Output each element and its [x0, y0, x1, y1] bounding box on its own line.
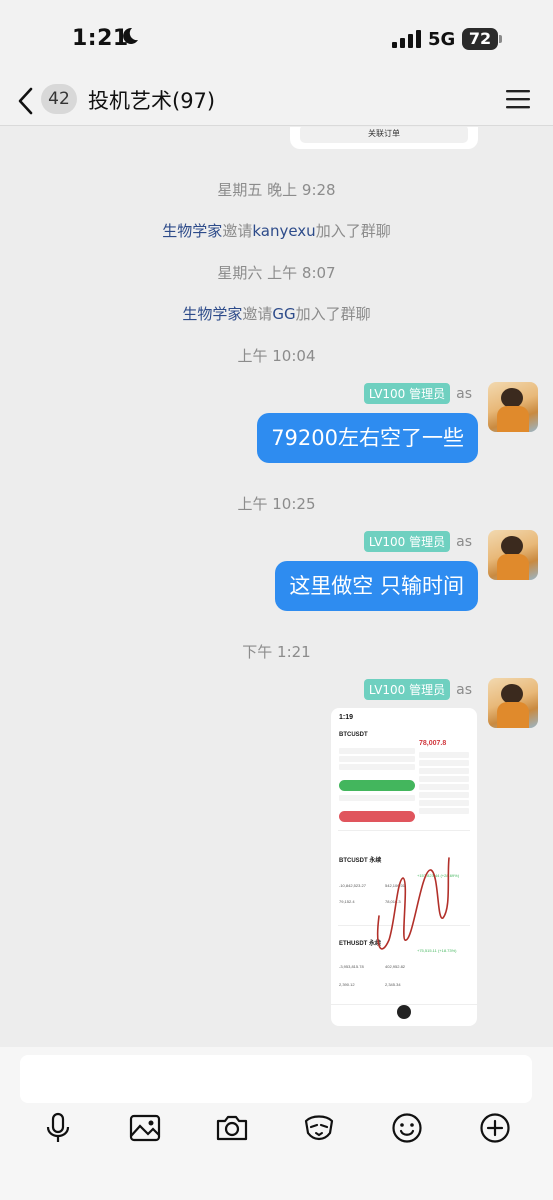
inviter-link[interactable]: 生物学家 — [182, 305, 242, 323]
do-not-disturb-icon — [123, 27, 138, 44]
previous-message-card[interactable]: 关联订单 — [290, 127, 478, 149]
image-icon[interactable] — [128, 1111, 162, 1145]
level-badge: LV100 管理员 — [363, 383, 451, 404]
camera-icon[interactable] — [215, 1111, 249, 1145]
avatar[interactable] — [488, 382, 538, 432]
level-badge: LV100 管理员 — [363, 531, 451, 552]
emoji-icon[interactable] — [390, 1111, 424, 1145]
image-message[interactable]: 1:19 BTCUSDT 78,007.8 BTCUSDT 永续 +157,82… — [331, 708, 477, 1026]
battery-level: 72 — [468, 29, 492, 48]
message-list[interactable]: 关联订单 星期五 晚上 9:28 生物学家邀请kanyexu加入了群聊 星期六 … — [0, 127, 553, 1047]
microphone-icon[interactable] — [41, 1111, 75, 1145]
battery-icon: 72 — [462, 28, 502, 50]
group-title: 投机艺术(97) — [88, 89, 216, 113]
menu-icon[interactable] — [506, 89, 530, 109]
timestamp: 星期五 晚上 9:28 — [217, 181, 336, 199]
unread-count-badge[interactable]: 42 — [41, 84, 77, 114]
red-packet-icon[interactable] — [302, 1111, 336, 1145]
level-badge: LV100 管理员 — [363, 679, 451, 700]
system-message: 生物学家邀请GG加入了群聊 — [182, 305, 371, 323]
timestamp: 下午 1:21 — [242, 643, 311, 661]
message-bubble[interactable]: 这里做空 只输时间 — [275, 561, 478, 611]
sender-info: LV100 管理员 as — [363, 679, 472, 700]
plus-icon[interactable] — [478, 1111, 512, 1145]
avatar[interactable] — [488, 530, 538, 580]
sender-name[interactable]: as — [456, 534, 472, 550]
network-type: 5G — [428, 29, 456, 50]
cellular-signal-icon — [392, 30, 421, 48]
composer — [0, 1047, 553, 1200]
avatar[interactable] — [488, 678, 538, 728]
handwritten-w-annotation — [376, 857, 450, 950]
timestamp: 上午 10:04 — [237, 347, 316, 365]
sender-info: LV100 管理员 as — [363, 531, 472, 552]
sender-info: LV100 管理员 as — [363, 383, 472, 404]
timestamp: 星期六 上午 8:07 — [217, 264, 336, 282]
sender-name[interactable]: as — [456, 682, 472, 698]
system-message: 生物学家邀请kanyexu加入了群聊 — [162, 222, 391, 240]
linked-order-button[interactable]: 关联订单 — [300, 127, 468, 143]
screenshot-tabbar — [331, 1004, 477, 1026]
message-input[interactable] — [20, 1055, 532, 1103]
back-icon[interactable] — [16, 86, 36, 116]
timestamp: 上午 10:25 — [237, 495, 316, 513]
message-bubble[interactable]: 79200左右空了一些 — [257, 413, 478, 463]
invitee-link[interactable]: GG — [272, 305, 295, 323]
status-bar: 1:21 5G 72 — [0, 0, 553, 80]
sender-name[interactable]: as — [456, 386, 472, 402]
inviter-link[interactable]: 生物学家 — [162, 222, 222, 240]
invitee-link[interactable]: kanyexu — [252, 222, 315, 240]
chat-header: 42 投机艺术(97) — [0, 80, 553, 126]
